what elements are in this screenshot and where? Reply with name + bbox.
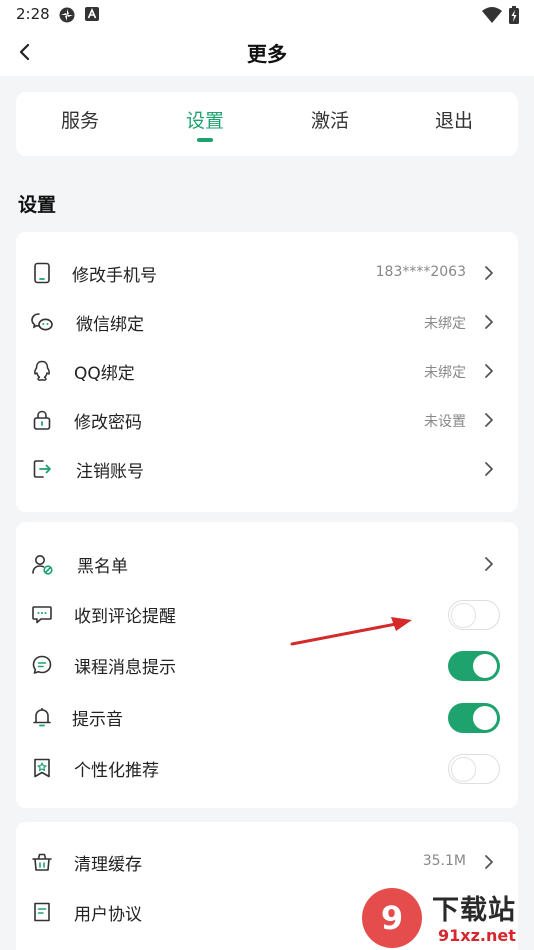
tab-activate[interactable]: 激活 <box>290 106 370 133</box>
row-label: 黑名单 <box>77 557 128 577</box>
row-sound: 提示音 <box>16 693 518 741</box>
annotation-arrow-icon <box>290 617 412 646</box>
row-label: 清理缓存 <box>74 855 142 875</box>
section-title: 设置 <box>18 194 57 216</box>
row-change-phone[interactable]: 修改手机号 183****2063 <box>16 249 518 297</box>
blacklist-user-icon <box>32 555 53 575</box>
comment-icon <box>32 606 52 624</box>
toggle-knob <box>451 756 476 782</box>
watermark-site: 91xz.net <box>438 926 516 945</box>
row-wechat-bind[interactable]: 微信绑定 未绑定 <box>16 298 518 346</box>
bell-icon <box>33 708 51 727</box>
row-label: 课程消息提示 <box>74 658 176 678</box>
app-bar: 更多 <box>0 30 534 76</box>
row-label: 修改手机号 <box>72 266 157 286</box>
qq-status: 未绑定 <box>424 365 466 381</box>
battery-charging-icon <box>509 5 519 24</box>
row-label: 微信绑定 <box>76 315 144 335</box>
wifi-icon <box>481 6 502 23</box>
logout-icon <box>33 460 51 478</box>
chevron-right-icon <box>485 266 493 280</box>
message-icon <box>32 655 52 674</box>
chevron-right-icon <box>485 364 493 378</box>
row-change-password[interactable]: 修改密码 未设置 <box>16 396 518 444</box>
wechat-status: 未绑定 <box>424 316 466 332</box>
svg-text:9: 9 <box>381 899 403 937</box>
password-status: 未设置 <box>424 414 466 430</box>
chevron-right-icon <box>485 315 493 329</box>
row-label: 修改密码 <box>74 413 142 433</box>
row-qq-bind[interactable]: QQ绑定 未绑定 <box>16 347 518 395</box>
phone-icon <box>34 262 50 284</box>
watermark-brand: 下载站 <box>432 895 516 926</box>
tab-logout[interactable]: 退出 <box>414 106 494 133</box>
row-label: 提示音 <box>72 710 123 730</box>
status-right-icons <box>481 4 520 25</box>
app-status-icon <box>59 7 75 23</box>
row-label: 个性化推荐 <box>74 761 159 781</box>
trash-icon <box>32 853 52 871</box>
row-label: QQ绑定 <box>74 364 135 384</box>
status-bar: 2:28 <box>0 0 534 30</box>
account-settings-card: 修改手机号 183****2063 微信绑定 未绑定 QQ绑定 未绑定 修改密码… <box>16 232 518 512</box>
sound-toggle[interactable] <box>448 703 500 733</box>
comment-reminder-toggle[interactable] <box>448 600 500 630</box>
tab-settings[interactable]: 设置 <box>165 106 245 133</box>
chevron-right-icon <box>485 462 493 476</box>
toggle-knob <box>473 654 497 678</box>
row-label: 收到评论提醒 <box>74 607 176 627</box>
row-comment-reminder: 收到评论提醒 <box>16 590 518 638</box>
notification-a-icon <box>85 7 99 21</box>
lock-icon <box>33 410 51 430</box>
status-time: 2:28 <box>16 5 50 23</box>
notification-settings-card: 黑名单 收到评论提醒 课程消息提示 提示音 个性化推荐 <box>16 522 518 808</box>
page-title: 更多 <box>247 42 287 66</box>
toggle-knob <box>473 706 497 730</box>
row-clear-cache[interactable]: 清理缓存 35.1M <box>16 838 518 886</box>
chevron-right-icon <box>485 557 493 571</box>
tab-services[interactable]: 服务 <box>40 106 120 133</box>
chevron-right-icon <box>485 855 493 869</box>
active-tab-indicator <box>197 138 213 142</box>
row-label: 用户协议 <box>74 905 142 925</box>
wechat-icon <box>31 313 53 331</box>
row-blacklist[interactable]: 黑名单 <box>16 540 518 588</box>
toggle-knob <box>451 602 476 628</box>
personalized-recommend-toggle[interactable] <box>448 754 500 784</box>
row-personalized-recommend: 个性化推荐 <box>16 744 518 792</box>
document-icon <box>34 902 50 922</box>
chevron-right-icon <box>485 413 493 427</box>
row-label: 注销账号 <box>76 462 144 482</box>
qq-icon <box>34 360 50 381</box>
row-delete-account[interactable]: 注销账号 <box>16 445 518 493</box>
course-message-toggle[interactable] <box>448 651 500 681</box>
phone-value: 183****2063 <box>375 264 466 280</box>
cache-size: 35.1M <box>422 853 466 869</box>
tab-bar: 服务 设置 激活 退出 <box>16 92 518 156</box>
row-course-message: 课程消息提示 <box>16 641 518 689</box>
bookmark-star-icon <box>34 758 50 778</box>
